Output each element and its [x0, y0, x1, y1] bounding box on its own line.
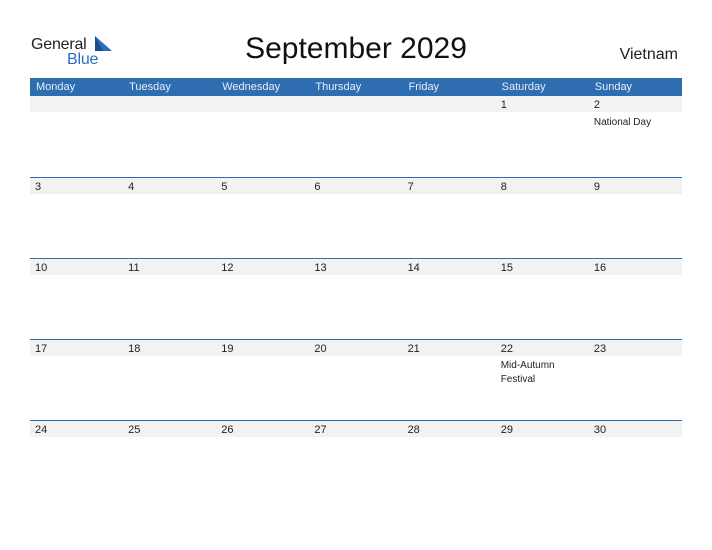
day-cell	[123, 96, 216, 177]
weekday-thursday: Thursday	[315, 81, 362, 93]
day-cell: 25	[123, 420, 216, 501]
holiday-label: Mid-Autumn Festival	[500, 360, 555, 385]
weekday-saturday: Saturday	[501, 81, 546, 93]
day-number: 29	[500, 424, 513, 436]
day-cell	[216, 96, 309, 177]
day-number: 22	[500, 343, 513, 355]
day-cell: 18	[123, 339, 216, 420]
day-cell: 13	[309, 258, 402, 339]
day-number: 9	[593, 181, 600, 193]
day-cell: 7	[403, 177, 496, 258]
weekday-sunday: Sunday	[594, 81, 633, 93]
day-cell: 28	[403, 420, 496, 501]
day-number: 23	[593, 343, 607, 355]
day-cell: 30	[589, 420, 682, 501]
day-cell: 21	[403, 339, 496, 420]
day-number: 10	[35, 262, 48, 274]
day-number: 30	[593, 424, 607, 436]
page-title: September 2029	[245, 32, 467, 65]
holiday-label: National Day	[593, 117, 652, 128]
day-cell: 15	[496, 258, 589, 339]
day-cell: 19	[216, 339, 309, 420]
weekday-wednesday: Wednesday	[222, 81, 281, 93]
day-cell: 24	[30, 420, 123, 501]
week-row: 3 4 5 6 7 8 9	[30, 177, 682, 258]
day-cell: 17	[30, 339, 123, 420]
day-number: 11	[128, 262, 140, 274]
day-cell: 12	[216, 258, 309, 339]
day-number: 5	[221, 181, 228, 193]
day-cell	[309, 96, 402, 177]
day-cell: 14	[403, 258, 496, 339]
day-number: 14	[407, 262, 420, 274]
day-number: 15	[500, 262, 513, 274]
day-number: 20	[314, 343, 327, 355]
day-number: 7	[407, 181, 414, 193]
day-number: 24	[35, 424, 48, 436]
weekday-monday: Monday	[36, 81, 76, 93]
day-cell: 29	[496, 420, 589, 501]
day-cell	[30, 96, 123, 177]
day-number: 26	[221, 424, 234, 436]
day-number: 17	[35, 343, 48, 355]
day-cell: 23	[589, 339, 682, 420]
day-number: 12	[221, 262, 234, 274]
day-cell: 4	[123, 177, 216, 258]
day-cell: 2 National Day	[589, 96, 682, 177]
country-label: Vietnam	[619, 46, 678, 63]
week-row: 1 2 National Day	[30, 96, 682, 177]
day-number: 3	[35, 181, 42, 193]
day-number: 6	[314, 181, 321, 193]
day-number: 2	[593, 99, 600, 111]
day-cell: 20	[309, 339, 402, 420]
week-row: 10 11 12 13 14 15 16	[30, 258, 682, 339]
weekday-friday: Friday	[408, 81, 440, 93]
day-number: 18	[128, 343, 141, 355]
day-cell: 22 Mid-Autumn Festival	[496, 339, 589, 420]
day-number: 27	[314, 424, 327, 436]
day-cell: 1	[496, 96, 589, 177]
day-number: 8	[500, 181, 507, 193]
day-number: 19	[221, 343, 234, 355]
day-cell: 3	[30, 177, 123, 258]
day-number: 28	[407, 424, 420, 436]
day-cell: 27	[309, 420, 402, 501]
day-cell: 5	[216, 177, 309, 258]
day-cell: 6	[309, 177, 402, 258]
day-cell: 8	[496, 177, 589, 258]
weekday-header: Monday Tuesday Wednesday Thursday Friday…	[30, 78, 682, 96]
day-cell	[403, 96, 496, 177]
day-cell: 11	[123, 258, 216, 339]
day-number: 4	[128, 181, 135, 193]
day-number: 16	[593, 262, 607, 274]
day-cell: 26	[216, 420, 309, 501]
day-number: 21	[407, 343, 420, 355]
day-number: 1	[500, 99, 507, 111]
day-number: 25	[128, 424, 141, 436]
day-number: 13	[314, 262, 327, 274]
week-row: 17 18 19 20 21 22 Mid-Autumn Festival 23	[30, 339, 682, 420]
week-row: 24 25 26 27 28 29 30	[30, 420, 682, 501]
day-cell: 10	[30, 258, 123, 339]
day-cell: 9	[589, 177, 682, 258]
weekday-tuesday: Tuesday	[129, 81, 171, 93]
day-cell: 16	[589, 258, 682, 339]
